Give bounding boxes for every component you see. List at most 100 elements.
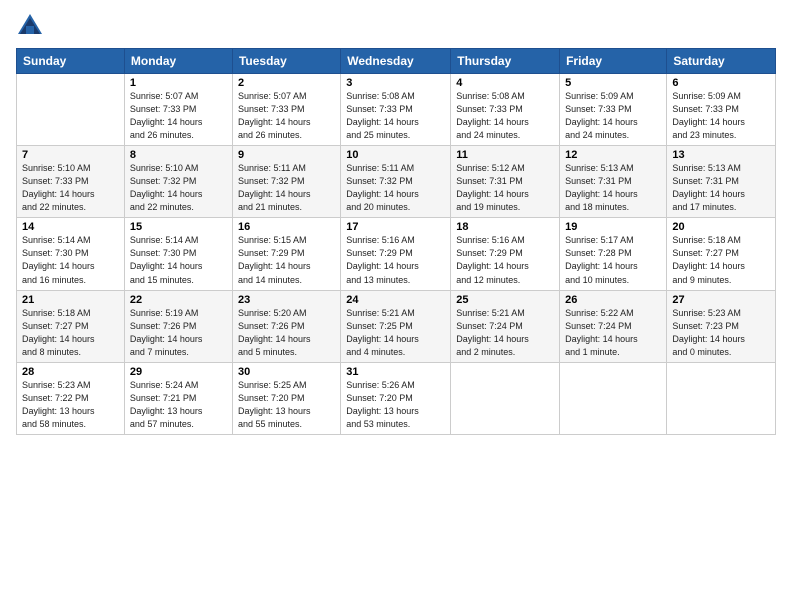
day-number: 14 <box>22 221 119 233</box>
day-info: Sunrise: 5:13 AMSunset: 7:31 PMDaylight:… <box>672 162 770 214</box>
calendar-cell: 20Sunrise: 5:18 AMSunset: 7:27 PMDayligh… <box>667 218 776 290</box>
day-number: 29 <box>130 366 227 378</box>
logo-icon <box>16 12 44 40</box>
calendar-cell: 25Sunrise: 5:21 AMSunset: 7:24 PMDayligh… <box>451 290 560 362</box>
day-number: 30 <box>238 366 335 378</box>
calendar-cell <box>667 362 776 434</box>
calendar-cell: 15Sunrise: 5:14 AMSunset: 7:30 PMDayligh… <box>124 218 232 290</box>
day-info: Sunrise: 5:24 AMSunset: 7:21 PMDaylight:… <box>130 379 227 431</box>
day-number: 8 <box>130 149 227 161</box>
calendar-cell: 24Sunrise: 5:21 AMSunset: 7:25 PMDayligh… <box>341 290 451 362</box>
weekday-header: Tuesday <box>232 49 340 74</box>
day-info: Sunrise: 5:09 AMSunset: 7:33 PMDaylight:… <box>672 90 770 142</box>
day-number: 12 <box>565 149 661 161</box>
day-number: 2 <box>238 77 335 89</box>
day-number: 22 <box>130 294 227 306</box>
day-number: 28 <box>22 366 119 378</box>
day-info: Sunrise: 5:16 AMSunset: 7:29 PMDaylight:… <box>456 234 554 286</box>
calendar-cell <box>560 362 667 434</box>
calendar-cell: 9Sunrise: 5:11 AMSunset: 7:32 PMDaylight… <box>232 146 340 218</box>
day-number: 19 <box>565 221 661 233</box>
calendar-cell: 2Sunrise: 5:07 AMSunset: 7:33 PMDaylight… <box>232 74 340 146</box>
day-info: Sunrise: 5:17 AMSunset: 7:28 PMDaylight:… <box>565 234 661 286</box>
calendar-cell: 5Sunrise: 5:09 AMSunset: 7:33 PMDaylight… <box>560 74 667 146</box>
day-number: 26 <box>565 294 661 306</box>
day-number: 10 <box>346 149 445 161</box>
day-info: Sunrise: 5:22 AMSunset: 7:24 PMDaylight:… <box>565 307 661 359</box>
day-info: Sunrise: 5:26 AMSunset: 7:20 PMDaylight:… <box>346 379 445 431</box>
calendar-cell: 19Sunrise: 5:17 AMSunset: 7:28 PMDayligh… <box>560 218 667 290</box>
calendar-table: SundayMondayTuesdayWednesdayThursdayFrid… <box>16 48 776 435</box>
calendar-cell: 18Sunrise: 5:16 AMSunset: 7:29 PMDayligh… <box>451 218 560 290</box>
day-info: Sunrise: 5:07 AMSunset: 7:33 PMDaylight:… <box>238 90 335 142</box>
logo <box>16 12 48 40</box>
day-info: Sunrise: 5:10 AMSunset: 7:32 PMDaylight:… <box>130 162 227 214</box>
header <box>16 12 776 40</box>
day-number: 9 <box>238 149 335 161</box>
calendar-cell: 8Sunrise: 5:10 AMSunset: 7:32 PMDaylight… <box>124 146 232 218</box>
day-number: 3 <box>346 77 445 89</box>
day-info: Sunrise: 5:21 AMSunset: 7:24 PMDaylight:… <box>456 307 554 359</box>
calendar-cell: 29Sunrise: 5:24 AMSunset: 7:21 PMDayligh… <box>124 362 232 434</box>
calendar-cell: 4Sunrise: 5:08 AMSunset: 7:33 PMDaylight… <box>451 74 560 146</box>
calendar-week-row: 7Sunrise: 5:10 AMSunset: 7:33 PMDaylight… <box>17 146 776 218</box>
day-info: Sunrise: 5:16 AMSunset: 7:29 PMDaylight:… <box>346 234 445 286</box>
day-info: Sunrise: 5:07 AMSunset: 7:33 PMDaylight:… <box>130 90 227 142</box>
calendar-cell: 27Sunrise: 5:23 AMSunset: 7:23 PMDayligh… <box>667 290 776 362</box>
day-number: 15 <box>130 221 227 233</box>
day-number: 5 <box>565 77 661 89</box>
weekday-header: Monday <box>124 49 232 74</box>
calendar-cell: 16Sunrise: 5:15 AMSunset: 7:29 PMDayligh… <box>232 218 340 290</box>
page: SundayMondayTuesdayWednesdayThursdayFrid… <box>0 0 792 612</box>
calendar-cell: 13Sunrise: 5:13 AMSunset: 7:31 PMDayligh… <box>667 146 776 218</box>
day-number: 24 <box>346 294 445 306</box>
day-number: 21 <box>22 294 119 306</box>
calendar-cell: 22Sunrise: 5:19 AMSunset: 7:26 PMDayligh… <box>124 290 232 362</box>
calendar-week-row: 14Sunrise: 5:14 AMSunset: 7:30 PMDayligh… <box>17 218 776 290</box>
day-info: Sunrise: 5:18 AMSunset: 7:27 PMDaylight:… <box>672 234 770 286</box>
calendar-week-row: 28Sunrise: 5:23 AMSunset: 7:22 PMDayligh… <box>17 362 776 434</box>
calendar-cell: 1Sunrise: 5:07 AMSunset: 7:33 PMDaylight… <box>124 74 232 146</box>
day-number: 11 <box>456 149 554 161</box>
calendar-cell: 14Sunrise: 5:14 AMSunset: 7:30 PMDayligh… <box>17 218 125 290</box>
day-info: Sunrise: 5:18 AMSunset: 7:27 PMDaylight:… <box>22 307 119 359</box>
day-info: Sunrise: 5:20 AMSunset: 7:26 PMDaylight:… <box>238 307 335 359</box>
day-number: 7 <box>22 149 119 161</box>
day-info: Sunrise: 5:23 AMSunset: 7:22 PMDaylight:… <box>22 379 119 431</box>
calendar-cell: 10Sunrise: 5:11 AMSunset: 7:32 PMDayligh… <box>341 146 451 218</box>
calendar-cell: 26Sunrise: 5:22 AMSunset: 7:24 PMDayligh… <box>560 290 667 362</box>
day-info: Sunrise: 5:19 AMSunset: 7:26 PMDaylight:… <box>130 307 227 359</box>
calendar-week-row: 1Sunrise: 5:07 AMSunset: 7:33 PMDaylight… <box>17 74 776 146</box>
day-number: 4 <box>456 77 554 89</box>
day-info: Sunrise: 5:11 AMSunset: 7:32 PMDaylight:… <box>346 162 445 214</box>
calendar-cell <box>17 74 125 146</box>
calendar-cell: 21Sunrise: 5:18 AMSunset: 7:27 PMDayligh… <box>17 290 125 362</box>
calendar-cell: 30Sunrise: 5:25 AMSunset: 7:20 PMDayligh… <box>232 362 340 434</box>
day-number: 6 <box>672 77 770 89</box>
day-number: 27 <box>672 294 770 306</box>
calendar-cell: 28Sunrise: 5:23 AMSunset: 7:22 PMDayligh… <box>17 362 125 434</box>
day-info: Sunrise: 5:15 AMSunset: 7:29 PMDaylight:… <box>238 234 335 286</box>
weekday-header: Thursday <box>451 49 560 74</box>
day-number: 16 <box>238 221 335 233</box>
day-number: 18 <box>456 221 554 233</box>
calendar-cell: 7Sunrise: 5:10 AMSunset: 7:33 PMDaylight… <box>17 146 125 218</box>
calendar-cell: 11Sunrise: 5:12 AMSunset: 7:31 PMDayligh… <box>451 146 560 218</box>
day-info: Sunrise: 5:12 AMSunset: 7:31 PMDaylight:… <box>456 162 554 214</box>
day-info: Sunrise: 5:08 AMSunset: 7:33 PMDaylight:… <box>456 90 554 142</box>
day-number: 17 <box>346 221 445 233</box>
weekday-header: Friday <box>560 49 667 74</box>
day-info: Sunrise: 5:08 AMSunset: 7:33 PMDaylight:… <box>346 90 445 142</box>
calendar-cell: 3Sunrise: 5:08 AMSunset: 7:33 PMDaylight… <box>341 74 451 146</box>
day-info: Sunrise: 5:21 AMSunset: 7:25 PMDaylight:… <box>346 307 445 359</box>
calendar-cell: 31Sunrise: 5:26 AMSunset: 7:20 PMDayligh… <box>341 362 451 434</box>
calendar-cell: 23Sunrise: 5:20 AMSunset: 7:26 PMDayligh… <box>232 290 340 362</box>
calendar-cell: 12Sunrise: 5:13 AMSunset: 7:31 PMDayligh… <box>560 146 667 218</box>
weekday-header: Sunday <box>17 49 125 74</box>
day-number: 23 <box>238 294 335 306</box>
calendar-cell <box>451 362 560 434</box>
day-number: 31 <box>346 366 445 378</box>
day-info: Sunrise: 5:13 AMSunset: 7:31 PMDaylight:… <box>565 162 661 214</box>
day-info: Sunrise: 5:14 AMSunset: 7:30 PMDaylight:… <box>22 234 119 286</box>
calendar-cell: 17Sunrise: 5:16 AMSunset: 7:29 PMDayligh… <box>341 218 451 290</box>
